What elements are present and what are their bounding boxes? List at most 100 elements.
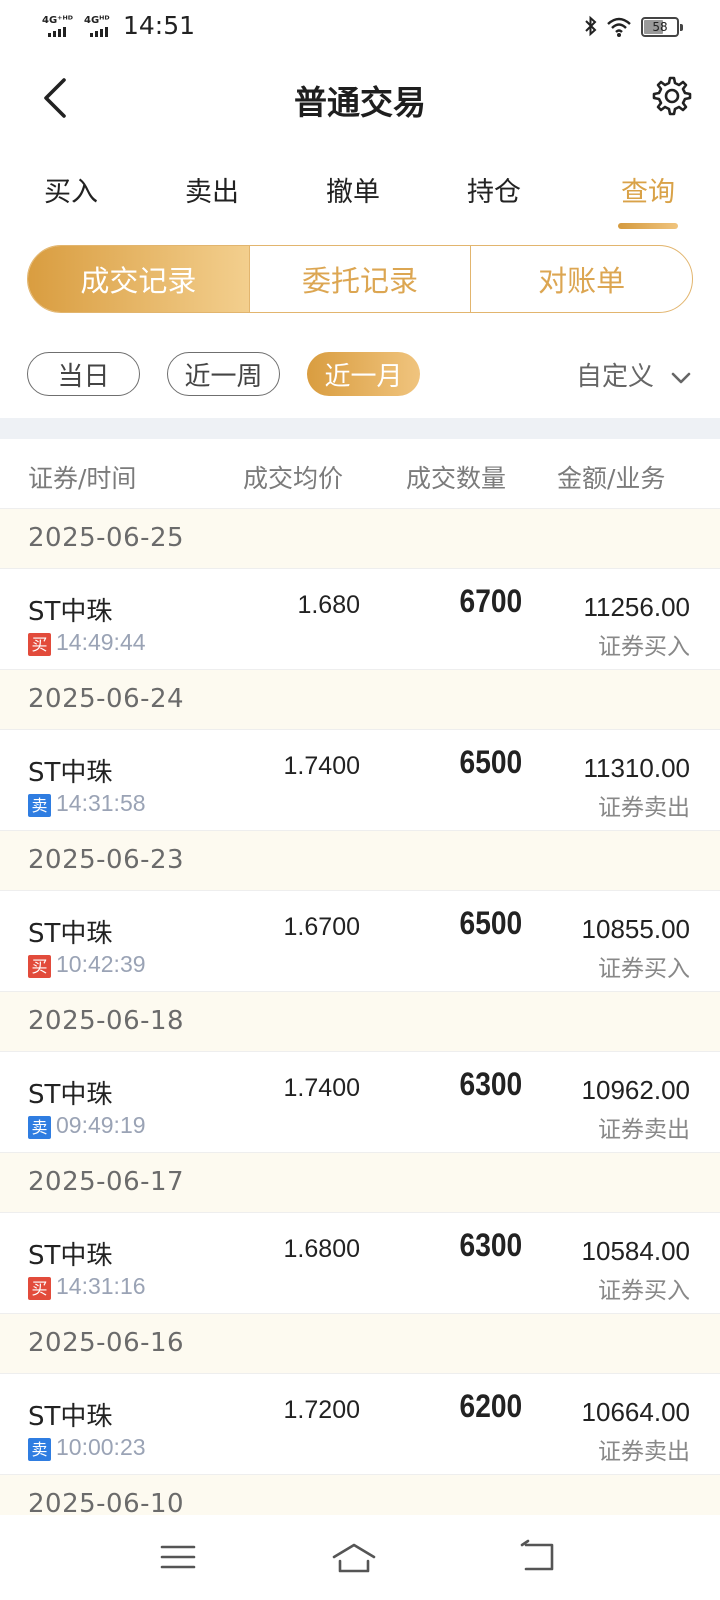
date-label: 2025-06-24: [28, 684, 185, 714]
trade-time: 14:49:44: [56, 629, 146, 655]
trade-record-row[interactable]: ST中珠卖 14:31:58 1.7400 6500 11310.00 证券卖出: [0, 730, 720, 831]
tab-buy[interactable]: 买入: [21, 170, 121, 209]
business-type: 证券卖出: [598, 795, 690, 821]
trade-record-row[interactable]: ST中珠买 14:31:16 1.6800 6300 10584.00 证券买入: [0, 1213, 720, 1314]
tab-positions[interactable]: 持仓: [444, 170, 544, 209]
trade-amount: 11256.00: [583, 592, 690, 622]
period-week[interactable]: 近一周: [167, 352, 280, 396]
system-nav-bar: [0, 1515, 720, 1600]
date-label: 2025-06-17: [28, 1167, 185, 1197]
trade-time: 09:49:19: [56, 1112, 146, 1138]
trade-quantity: 6300: [459, 1066, 522, 1102]
trade-quantity: 6700: [459, 583, 522, 619]
trade-record-row[interactable]: ST中珠卖 09:49:19 1.7400 6300 10962.00 证券卖出: [0, 1052, 720, 1153]
app-header: 普通交易: [0, 56, 720, 140]
business-type: 证券卖出: [598, 1117, 690, 1143]
trade-time: 14:31:58: [56, 790, 146, 816]
period-month[interactable]: 近一月: [307, 352, 420, 396]
record-type-switcher: 成交记录 委托记录 对账单: [27, 245, 693, 313]
battery-icon: 58: [641, 17, 679, 37]
tab-cancel[interactable]: 撤单: [303, 170, 403, 209]
trade-time: 14:31:16: [56, 1273, 146, 1299]
trade-amount: 10855.00: [581, 914, 690, 944]
sell-badge: 卖: [28, 1116, 51, 1139]
trade-record-list: 2025-06-25 ST中珠买 14:49:44 1.680 6700 11256.00…: [0, 509, 720, 1535]
trade-quantity: 6200: [459, 1388, 522, 1424]
column-header-quantity: 成交数量: [406, 464, 507, 493]
security-name: ST中珠: [28, 597, 113, 627]
trade-amount: 10584.00: [581, 1236, 690, 1266]
trade-amount: 10962.00: [581, 1075, 690, 1105]
trade-time: 10:42:39: [56, 951, 146, 977]
bluetooth-icon: [585, 15, 597, 37]
average-price: 1.6700: [283, 913, 360, 941]
average-price: 1.680: [297, 591, 360, 619]
back-icon[interactable]: [518, 1537, 558, 1577]
security-name: ST中珠: [28, 758, 113, 788]
signal-icon-2: [90, 27, 108, 37]
trade-quantity: 6500: [459, 744, 522, 780]
date-group-header: 2025-06-24: [0, 670, 720, 730]
security-name: ST中珠: [28, 1080, 113, 1110]
segment-statement[interactable]: 对账单: [470, 246, 692, 312]
average-price: 1.6800: [283, 1235, 360, 1263]
trade-quantity: 6500: [459, 905, 522, 941]
period-today[interactable]: 当日: [27, 352, 140, 396]
trade-quantity: 6300: [459, 1227, 522, 1263]
date-group-header: 2025-06-17: [0, 1153, 720, 1213]
signal-label-1: 4G⁺ᴴᴰ: [42, 15, 73, 26]
segment-order-records[interactable]: 委托记录: [248, 246, 471, 312]
business-type: 证券买入: [598, 634, 690, 660]
tab-active-indicator: [618, 223, 678, 229]
tab-sell[interactable]: 卖出: [162, 170, 262, 209]
date-group-header: 2025-06-18: [0, 992, 720, 1052]
business-type: 证券卖出: [598, 1439, 690, 1465]
gear-icon[interactable]: [650, 74, 694, 118]
average-price: 1.7400: [283, 1074, 360, 1102]
date-group-header: 2025-06-25: [0, 509, 720, 569]
trade-time: 10:00:23: [56, 1434, 146, 1460]
date-label: 2025-06-16: [28, 1328, 185, 1358]
average-price: 1.7400: [283, 752, 360, 780]
security-name: ST中珠: [28, 1241, 113, 1271]
home-icon[interactable]: [330, 1537, 378, 1577]
security-name: ST中珠: [28, 919, 113, 949]
menu-icon[interactable]: [158, 1537, 198, 1577]
date-label: 2025-06-25: [28, 523, 185, 553]
signal-label-2: 4Gᴴᴰ: [84, 15, 110, 26]
buy-badge: 买: [28, 955, 51, 978]
trade-tabs: 买入 卖出 撤单 持仓 查询: [0, 160, 720, 230]
date-label: 2025-06-23: [28, 845, 185, 875]
trade-amount: 11310.00: [583, 753, 690, 783]
trade-record-row[interactable]: ST中珠买 10:42:39 1.6700 6500 10855.00 证券买入: [0, 891, 720, 992]
buy-badge: 买: [28, 1277, 51, 1300]
battery-level: 58: [652, 20, 668, 34]
column-header-amount: 金额/业务: [557, 464, 666, 493]
custom-period-dropdown[interactable]: 自定义: [576, 356, 692, 393]
clock: 14:51: [123, 11, 196, 40]
date-label: 2025-06-18: [28, 1006, 185, 1036]
status-bar: 4G⁺ᴴᴰ 4Gᴴᴰ 14:51 58: [0, 0, 720, 56]
section-divider: [0, 418, 720, 439]
period-filter: 当日 近一周 近一月 自定义: [0, 352, 720, 396]
date-group-header: 2025-06-16: [0, 1314, 720, 1374]
table-header: 证券/时间 成交均价 成交数量 金额/业务: [0, 439, 720, 509]
column-header-security: 证券/时间: [28, 464, 137, 493]
business-type: 证券买入: [598, 956, 690, 982]
page-title: 普通交易: [294, 83, 426, 122]
sell-badge: 卖: [28, 794, 51, 817]
trade-record-row[interactable]: ST中珠买 14:49:44 1.680 6700 11256.00 证券买入: [0, 569, 720, 670]
wifi-icon: [607, 17, 631, 37]
trade-amount: 10664.00: [581, 1397, 690, 1427]
segment-trade-records[interactable]: 成交记录: [28, 246, 249, 312]
business-type: 证券买入: [598, 1278, 690, 1304]
sell-badge: 卖: [28, 1438, 51, 1461]
column-header-price: 成交均价: [243, 464, 344, 493]
date-group-header: 2025-06-23: [0, 831, 720, 891]
chevron-down-icon: [671, 372, 691, 383]
average-price: 1.7200: [283, 1396, 360, 1424]
security-name: ST中珠: [28, 1402, 113, 1432]
custom-period-label: 自定义: [576, 362, 655, 392]
trade-record-row[interactable]: ST中珠卖 10:00:23 1.7200 6200 10664.00 证券卖出: [0, 1374, 720, 1475]
tab-query[interactable]: 查询: [598, 170, 698, 209]
